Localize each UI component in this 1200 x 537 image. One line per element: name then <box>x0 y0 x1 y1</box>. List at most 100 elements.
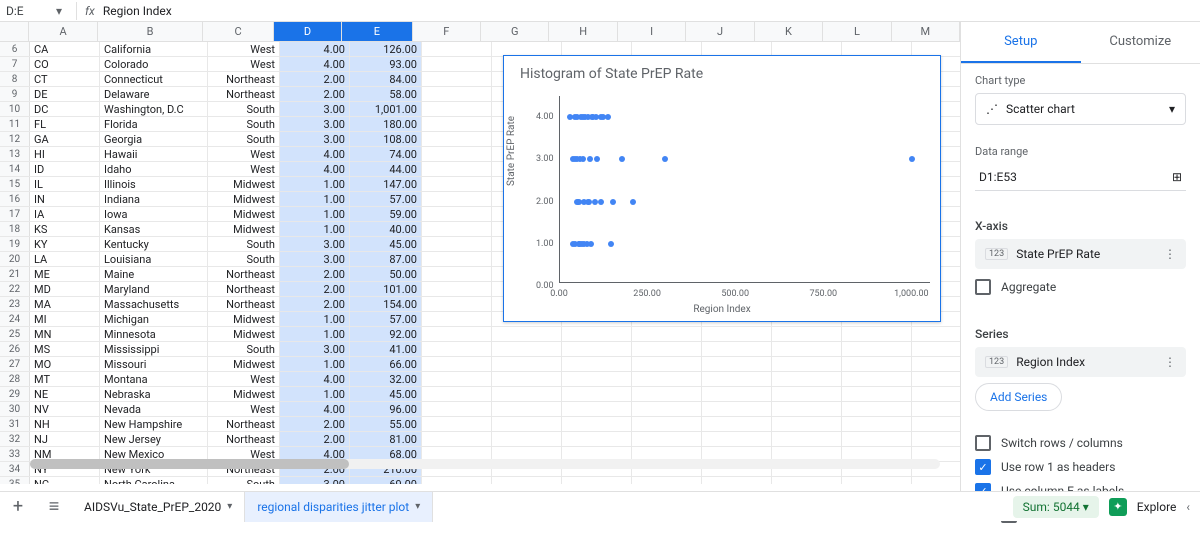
cell[interactable]: 4.00 <box>280 402 350 416</box>
row-header[interactable]: 14 <box>0 162 30 176</box>
cell[interactable]: 3.00 <box>280 342 350 356</box>
cell[interactable] <box>912 387 960 401</box>
cell[interactable]: Georgia <box>100 132 208 146</box>
cell[interactable] <box>772 42 842 56</box>
cell[interactable]: South <box>208 342 280 356</box>
cell[interactable] <box>912 372 960 386</box>
cell[interactable] <box>422 282 492 296</box>
cell[interactable] <box>912 357 960 371</box>
row-header[interactable]: 23 <box>0 297 30 311</box>
cell[interactable]: 126.00 <box>350 42 422 56</box>
cell[interactable] <box>842 402 912 416</box>
row-header[interactable]: 7 <box>0 57 30 71</box>
add-series-button[interactable]: Add Series <box>975 383 1062 411</box>
sheet-tab-1[interactable]: AIDSVu_State_PrEP_2020▾ <box>72 492 245 522</box>
cell[interactable]: Missouri <box>100 357 208 371</box>
cell[interactable] <box>422 297 492 311</box>
cell[interactable]: 4.00 <box>280 57 350 71</box>
grid-select-icon[interactable]: ⊞ <box>1172 170 1182 184</box>
cell[interactable]: South <box>208 252 280 266</box>
cell[interactable]: Connecticut <box>100 72 208 86</box>
cell[interactable]: South <box>208 117 280 131</box>
cell[interactable]: 2.00 <box>280 282 350 296</box>
cell[interactable]: MD <box>30 282 100 296</box>
cell[interactable] <box>702 342 772 356</box>
cell[interactable] <box>842 342 912 356</box>
cell[interactable]: 87.00 <box>350 252 422 266</box>
cell[interactable] <box>492 387 562 401</box>
cell[interactable] <box>422 87 492 101</box>
cell[interactable]: California <box>100 42 208 56</box>
cell[interactable]: 45.00 <box>350 237 422 251</box>
cell[interactable]: MS <box>30 342 100 356</box>
row-header[interactable]: 10 <box>0 102 30 116</box>
cell[interactable]: 1.00 <box>280 207 350 221</box>
cell[interactable]: 3.00 <box>280 252 350 266</box>
cell[interactable] <box>492 417 562 431</box>
column-header-A[interactable]: A <box>29 22 97 41</box>
table-row[interactable]: 28MTMontanaWest4.0032.00 <box>0 372 960 387</box>
cell[interactable] <box>492 477 562 484</box>
cell[interactable] <box>912 342 960 356</box>
cell[interactable]: Louisiana <box>100 252 208 266</box>
cell[interactable]: NJ <box>30 432 100 446</box>
table-row[interactable]: 32NJNew JerseyNortheast2.0081.00 <box>0 432 960 447</box>
cell[interactable]: 4.00 <box>280 42 350 56</box>
cell[interactable]: 44.00 <box>350 162 422 176</box>
cell[interactable] <box>772 432 842 446</box>
cell[interactable] <box>562 417 632 431</box>
cell[interactable] <box>422 222 492 236</box>
row-header[interactable]: 32 <box>0 432 30 446</box>
cell[interactable]: 101.00 <box>350 282 422 296</box>
cell[interactable] <box>702 402 772 416</box>
cell[interactable]: Maine <box>100 267 208 281</box>
cell[interactable] <box>562 357 632 371</box>
cell[interactable] <box>632 357 702 371</box>
cell[interactable] <box>492 372 562 386</box>
cell[interactable] <box>422 237 492 251</box>
all-sheets-button[interactable]: ≡ <box>36 496 72 517</box>
cell[interactable]: Florida <box>100 117 208 131</box>
data-range-input[interactable]: D1:E53 ⊞ <box>975 164 1186 191</box>
cell[interactable] <box>562 432 632 446</box>
cell[interactable]: West <box>208 42 280 56</box>
cell[interactable] <box>702 357 772 371</box>
cell[interactable]: 3.00 <box>280 117 350 131</box>
column-header-F[interactable]: F <box>413 22 481 41</box>
cell[interactable]: CO <box>30 57 100 71</box>
cell[interactable] <box>492 342 562 356</box>
cell[interactable] <box>422 477 492 484</box>
cell[interactable] <box>492 327 562 341</box>
row-header[interactable]: 16 <box>0 192 30 206</box>
row-header[interactable]: 21 <box>0 267 30 281</box>
cell[interactable]: 2.00 <box>280 267 350 281</box>
series-field[interactable]: 123 Region Index ⋮ <box>975 347 1186 377</box>
cell[interactable]: 108.00 <box>350 132 422 146</box>
table-row[interactable]: 25MNMinnesotaMidwest1.0092.00 <box>0 327 960 342</box>
cell[interactable] <box>772 402 842 416</box>
explore-button[interactable]: Explore <box>1137 500 1177 514</box>
cell[interactable] <box>912 477 960 484</box>
cell[interactable]: 4.00 <box>280 162 350 176</box>
cell[interactable] <box>422 327 492 341</box>
cell[interactable]: 2.00 <box>280 72 350 86</box>
cell[interactable]: 1.00 <box>280 192 350 206</box>
explore-icon[interactable]: ✦ <box>1109 498 1127 516</box>
cell[interactable]: NC <box>30 477 100 484</box>
cell[interactable] <box>772 357 842 371</box>
cell[interactable]: IN <box>30 192 100 206</box>
cell[interactable] <box>632 432 702 446</box>
tab-setup[interactable]: Setup <box>961 22 1081 63</box>
row-header[interactable]: 26 <box>0 342 30 356</box>
cell[interactable] <box>772 417 842 431</box>
table-row[interactable]: 29NENebraskaMidwest1.0045.00 <box>0 387 960 402</box>
horizontal-scrollbar[interactable] <box>30 459 940 469</box>
row-header[interactable]: 6 <box>0 42 30 56</box>
cell[interactable] <box>702 387 772 401</box>
chevron-down-icon[interactable]: ▾ <box>227 501 232 512</box>
cell[interactable]: 50.00 <box>350 267 422 281</box>
cell[interactable]: New Jersey <box>100 432 208 446</box>
column-header-B[interactable]: B <box>98 22 204 41</box>
cell[interactable]: 2.00 <box>280 417 350 431</box>
table-row[interactable]: 27MOMissouriMidwest1.0066.00 <box>0 357 960 372</box>
